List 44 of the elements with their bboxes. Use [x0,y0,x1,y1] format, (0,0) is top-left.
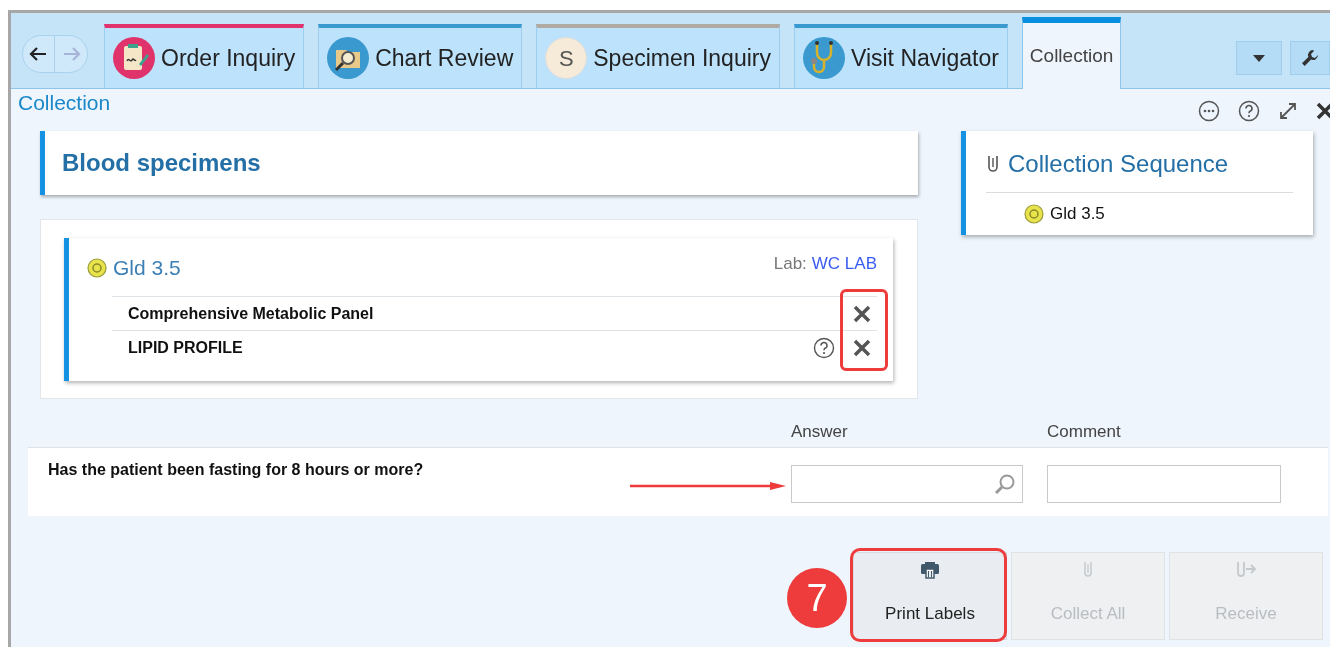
sequence-item: Gld 3.5 [1050,203,1105,226]
tab[interactable]: Order Inquiry [104,24,305,88]
tube-cap-icon [1024,204,1044,224]
sequence-title: Collection Sequence [1008,149,1229,179]
page-title: Collection [18,90,111,117]
lab-name: WC LAB [811,253,877,276]
search-icon [994,473,1016,495]
more-icon[interactable] [1198,100,1220,122]
remove-icon[interactable] [853,338,871,357]
back-arrow-icon [29,45,48,62]
lab-label: Lab: [773,253,807,276]
expand-icon[interactable] [1278,101,1298,121]
column-header: Comment [1047,421,1121,444]
toolbar-button[interactable]: Print Labels [853,552,1007,640]
tube-cap-icon [87,258,107,278]
step-badge: 7 [787,568,847,628]
remove-icon[interactable] [853,304,871,323]
answer-field[interactable] [791,465,1023,503]
container-name: Gld 3.5 [113,255,181,282]
tube-icon [986,155,1000,173]
comment-field[interactable] [1047,465,1281,503]
close-icon[interactable] [1316,102,1330,120]
help-icon[interactable] [1238,100,1260,122]
wrench-icon [1301,49,1319,67]
question-text: Has the patient been fasting for 8 hours or more? [47,460,425,480]
letter-avatar: S [545,37,588,79]
dropdown-button[interactable] [1236,41,1282,75]
tube-arrow-icon [1235,561,1257,579]
section-title: Blood specimens [62,148,261,178]
caret-icon [1253,54,1265,62]
tab[interactable]: Chart Review [318,24,523,88]
settings-button[interactable] [1290,41,1330,75]
folder-magnifier-icon [327,37,370,79]
stethoscope-icon [802,37,845,79]
tab[interactable]: Collection [1021,17,1122,89]
tab[interactable]: Visit Navigator [793,24,1008,88]
column-header: Answer [791,421,849,444]
tab[interactable]: S Specimen Inquiry [536,24,780,88]
forward-arrow-icon [61,45,81,62]
help-icon[interactable] [813,336,835,359]
order-name: Comprehensive Metabolic Panel [128,303,375,324]
printer-icon [920,561,940,579]
order-name: LIPID PROFILE [128,337,244,358]
clipboard-icon [113,37,155,79]
